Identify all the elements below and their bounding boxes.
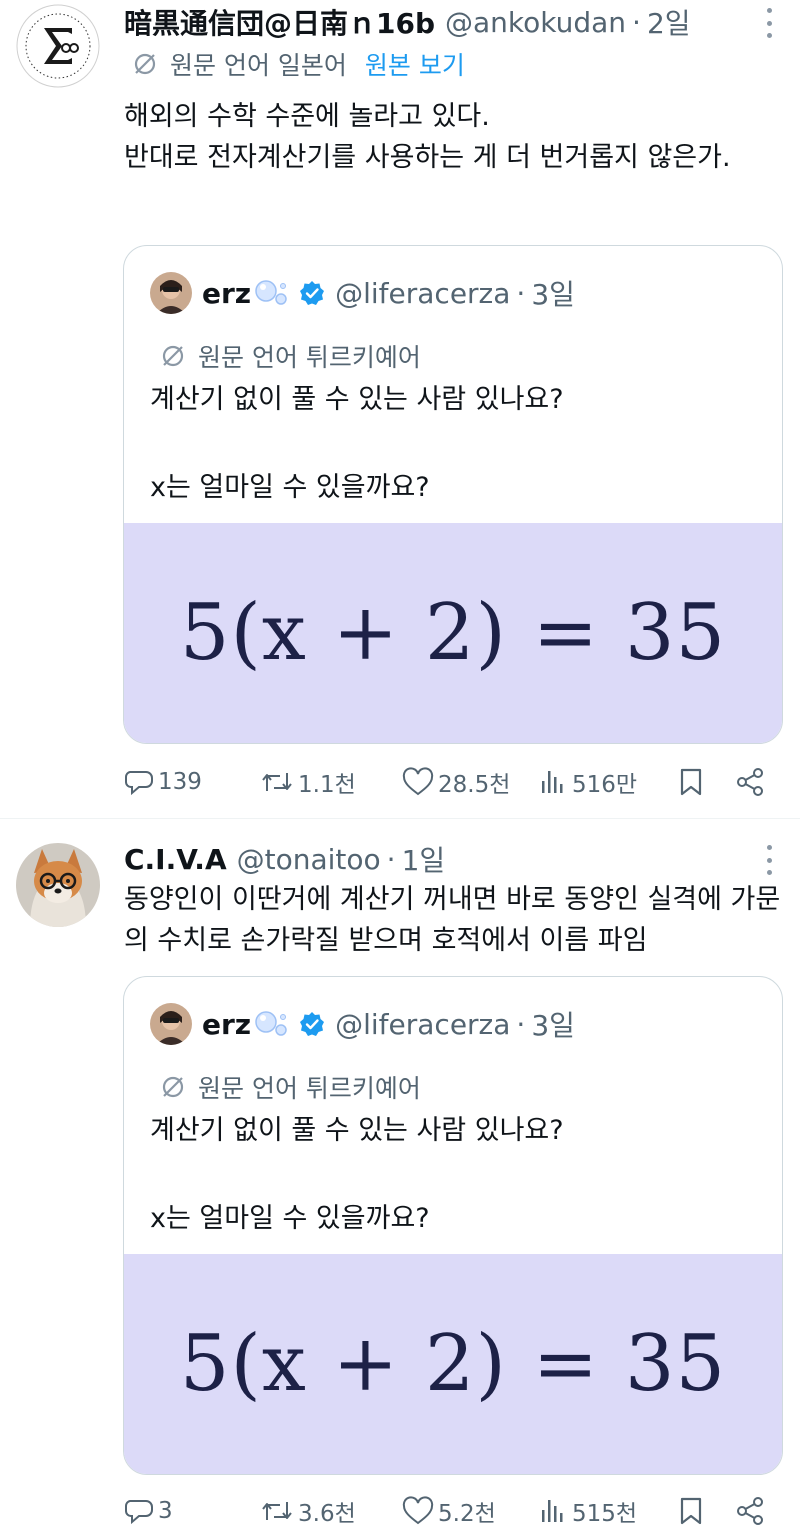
quote-display-name[interactable]: erz xyxy=(202,1008,251,1041)
tweet-tonaitoo[interactable]: C.I.V.A @tonaitoo · 1일 동양인이 이딴거에 계산기 꺼내면… xyxy=(0,819,800,1536)
quote-translation-notice: 원문 언어 튀르키예어 xyxy=(160,1069,421,1105)
quote-timestamp[interactable]: 3일 xyxy=(531,273,575,313)
bubbles-emoji-icon xyxy=(255,1011,287,1036)
retweet-arrows-icon xyxy=(262,1502,292,1520)
timestamp[interactable]: 2일 xyxy=(647,2,691,42)
quote-avatar xyxy=(150,1003,192,1045)
quoted-tweet[interactable]: erz @liferacerza · 3일 원문 언어 튀르키예어 계산기 없이… xyxy=(123,245,783,744)
verified-badge-icon xyxy=(300,1012,325,1036)
bookmark-icon xyxy=(680,1497,702,1525)
avatar[interactable] xyxy=(16,843,100,927)
heart-icon xyxy=(402,767,434,796)
quote-avatar xyxy=(150,272,192,314)
translation-label: 원문 언어 튀르키예어 xyxy=(198,343,421,372)
timestamp[interactable]: 1일 xyxy=(402,839,446,879)
reply-button[interactable]: 139 xyxy=(124,760,202,804)
separator-dot: · xyxy=(516,1007,526,1041)
slashed-circle-icon xyxy=(134,53,156,75)
share-button[interactable] xyxy=(734,760,770,804)
views-button[interactable]: 515천 xyxy=(538,1489,637,1533)
reply-button[interactable]: 3 xyxy=(124,1489,173,1533)
quote-handle[interactable]: @liferacerza xyxy=(335,1008,510,1041)
avatar[interactable] xyxy=(16,4,100,88)
views-button[interactable]: 516만 xyxy=(538,760,637,804)
show-original-link[interactable]: 원본 보기 xyxy=(365,46,465,82)
separator-dot: · xyxy=(386,842,396,876)
slashed-circle-icon xyxy=(162,345,184,367)
quote-header: erz @liferacerza · 3일 xyxy=(150,271,575,315)
like-count: 28.5천 xyxy=(438,772,511,798)
handle[interactable]: @ankokudan xyxy=(445,6,626,39)
slashed-circle-icon xyxy=(162,1076,184,1098)
handle[interactable]: @tonaitoo xyxy=(237,843,381,876)
quoted-tweet[interactable]: erz @liferacerza · 3일 원문 언어 튀르키예어 계산기 없이… xyxy=(123,976,783,1475)
bubbles-emoji-icon xyxy=(255,280,287,305)
equation-text: 5(x + 2) = 35 xyxy=(179,588,727,678)
bookmark-button[interactable] xyxy=(676,760,710,804)
bookmark-icon xyxy=(680,768,702,796)
separator-dot: · xyxy=(516,276,526,310)
quote-media-image[interactable]: 5(x + 2) = 35 xyxy=(124,1254,782,1474)
translation-label: 원문 언어 일본어 xyxy=(170,51,347,80)
bookmark-button[interactable] xyxy=(676,1489,710,1533)
reply-count: 139 xyxy=(158,769,202,795)
share-nodes-icon xyxy=(737,768,763,796)
reply-count: 3 xyxy=(158,1498,173,1524)
view-count: 516만 xyxy=(572,772,638,798)
tweet-text: 해외의 수학 수준에 놀라고 있다. 반대로 전자계산기를 사용하는 게 더 번… xyxy=(124,101,731,173)
quote-display-name[interactable]: erz xyxy=(202,277,251,310)
like-count: 5.2천 xyxy=(438,1501,496,1527)
verified-badge-icon xyxy=(300,281,325,305)
display-name[interactable]: C.I.V.A xyxy=(124,843,227,876)
like-button[interactable]: 5.2천 xyxy=(402,1489,496,1533)
quote-translation-notice: 원문 언어 튀르키예어 xyxy=(160,338,421,374)
speech-bubble-icon xyxy=(125,1500,153,1525)
separator-dot: · xyxy=(632,5,641,39)
bar-chart-icon xyxy=(542,1500,563,1522)
tweet-header: C.I.V.A @tonaitoo · 1일 xyxy=(124,839,445,879)
like-button[interactable]: 28.5천 xyxy=(402,760,510,804)
more-options-icon[interactable] xyxy=(764,8,774,38)
tweet-ankokudan[interactable]: 暗黒通信団@日南ｎ16b @ankokudan · 2일 원문 언어 일본어 원… xyxy=(0,0,800,818)
quote-text: 계산기 없이 풀 수 있는 사람 있나요? x는 얼마일 수 있을까요? xyxy=(150,1115,564,1234)
tweet-header: 暗黒通信団@日南ｎ16b @ankokudan · 2일 xyxy=(124,2,691,42)
quote-media-image[interactable]: 5(x + 2) = 35 xyxy=(124,523,782,743)
retweet-count: 1.1천 xyxy=(298,772,356,798)
translation-notice: 원문 언어 일본어 원본 보기 xyxy=(132,46,465,82)
quote-handle[interactable]: @liferacerza xyxy=(335,277,510,310)
retweet-count: 3.6천 xyxy=(298,1501,356,1527)
more-options-icon[interactable] xyxy=(764,845,774,875)
translation-label: 원문 언어 튀르키예어 xyxy=(198,1074,421,1103)
quote-text: 계산기 없이 풀 수 있는 사람 있나요? x는 얼마일 수 있을까요? xyxy=(150,384,564,503)
share-button[interactable] xyxy=(734,1489,770,1533)
heart-icon xyxy=(402,1496,434,1525)
retweet-button[interactable]: 3.6천 xyxy=(260,1489,356,1533)
quote-header: erz @liferacerza · 3일 xyxy=(150,1002,575,1046)
share-nodes-icon xyxy=(737,1497,763,1525)
equation-text: 5(x + 2) = 35 xyxy=(179,1319,727,1409)
retweet-arrows-icon xyxy=(262,773,292,791)
tweet-text: 동양인이 이딴거에 계산기 꺼내면 바로 동양인 실격에 가문의 수치로 손가락… xyxy=(124,884,781,956)
speech-bubble-icon xyxy=(125,771,153,796)
quote-timestamp[interactable]: 3일 xyxy=(531,1004,575,1044)
display-name[interactable]: 暗黒通信団@日南ｎ16b xyxy=(124,2,435,42)
retweet-button[interactable]: 1.1천 xyxy=(260,760,356,804)
tweet-actions: 3 3.6천 5.2천 515천 xyxy=(124,1489,784,1533)
view-count: 515천 xyxy=(572,1501,638,1527)
tweet-actions: 139 1.1천 28.5천 516만 xyxy=(124,760,784,804)
bar-chart-icon xyxy=(542,771,563,793)
